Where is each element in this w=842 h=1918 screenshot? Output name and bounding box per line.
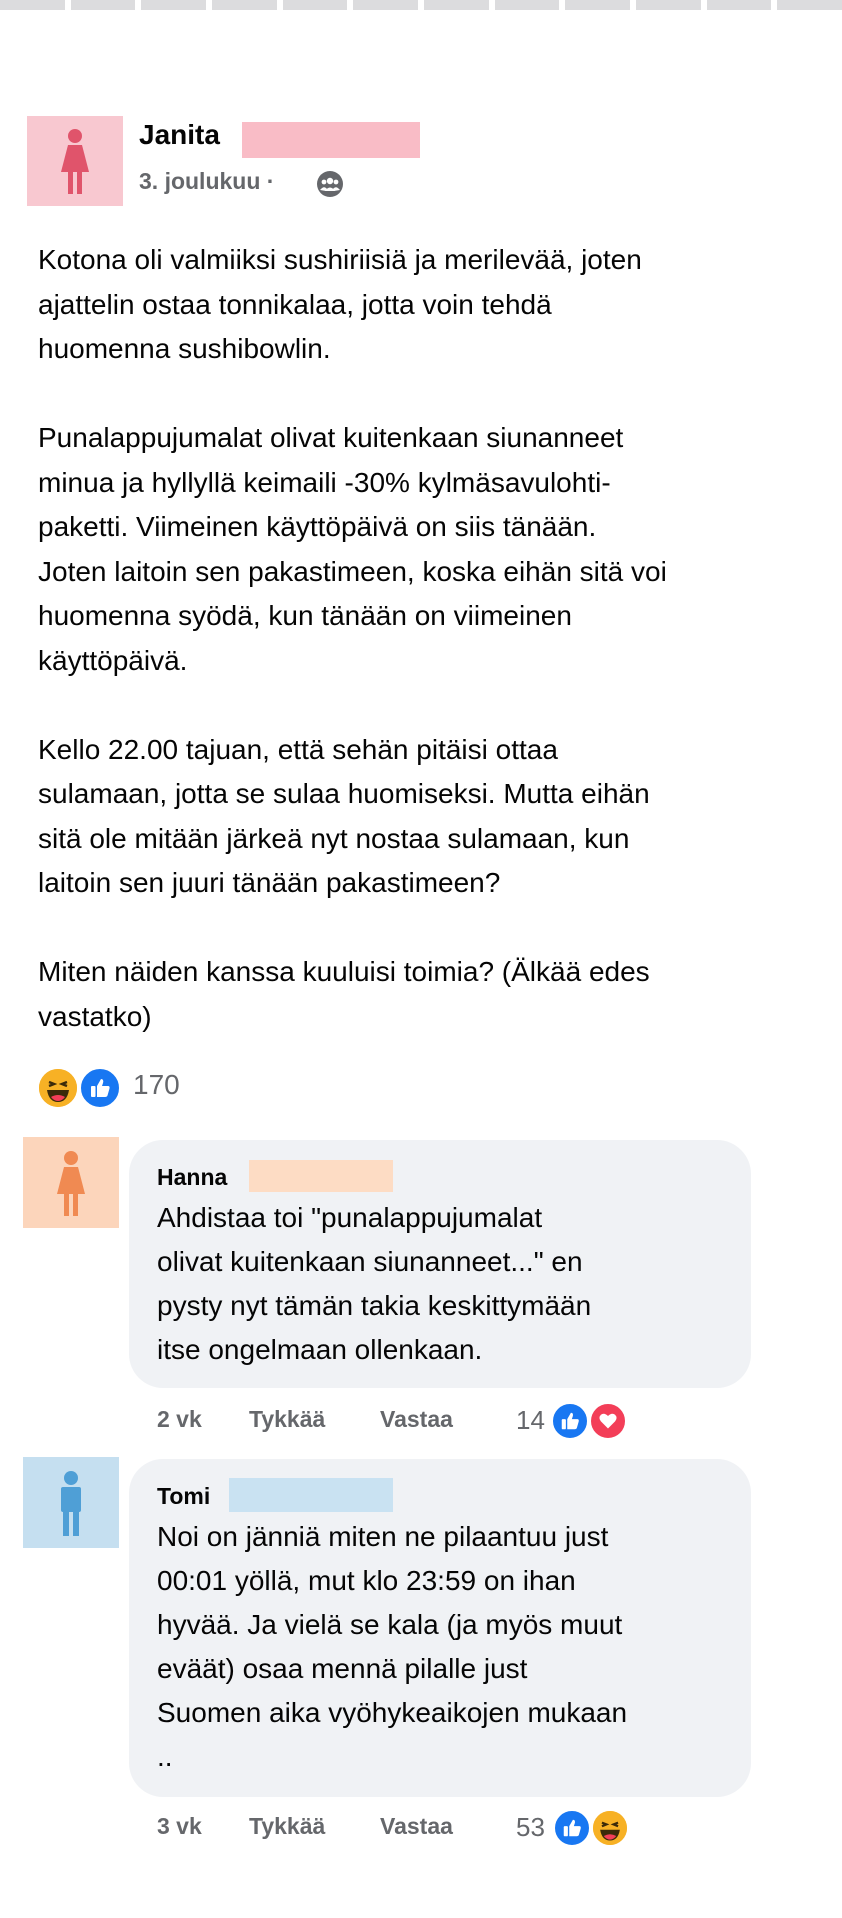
like-comment-button[interactable]: Tykkää: [249, 1406, 325, 1433]
comment-reaction-count[interactable]: 53: [516, 1812, 545, 1843]
comment-text: Noi on jänniä miten ne pilaantuu just 00…: [157, 1521, 628, 1772]
female-user-icon: [61, 129, 89, 194]
comment-bubble: Tomi Noi on jänniä miten ne pilaantuu ju…: [129, 1459, 751, 1797]
avatar[interactable]: [23, 1137, 119, 1228]
post-reaction-count[interactable]: 170: [133, 1069, 180, 1101]
male-user-icon: [61, 1470, 81, 1536]
redacted-surname: [249, 1160, 393, 1192]
haha-icon[interactable]: [36, 1066, 80, 1110]
post-date[interactable]: 3. joulukuu ·: [139, 168, 274, 195]
top-status-strip: [0, 0, 842, 12]
redacted-surname: [229, 1478, 393, 1512]
reply-comment-button[interactable]: Vastaa: [380, 1813, 453, 1840]
comment-reaction-count[interactable]: 14: [516, 1405, 545, 1436]
reply-comment-button[interactable]: Vastaa: [380, 1406, 453, 1433]
comment-time[interactable]: 2 vk: [157, 1406, 202, 1433]
post-body-text: Kotona oli valmiiksi sushiriisiä ja meri…: [38, 244, 667, 1032]
avatar[interactable]: [27, 116, 123, 206]
meta-separator: ·: [266, 168, 275, 194]
haha-icon[interactable]: [590, 1808, 630, 1848]
like-icon[interactable]: [78, 1066, 122, 1110]
like-comment-button[interactable]: Tykkää: [249, 1813, 325, 1840]
post-author-name[interactable]: Janita: [139, 119, 220, 151]
comment-text: Ahdistaa toi "punalappujumalat olivat ku…: [157, 1202, 592, 1365]
avatar[interactable]: [23, 1457, 119, 1548]
female-user-icon: [57, 1150, 85, 1216]
like-icon[interactable]: [552, 1808, 592, 1848]
like-icon[interactable]: [550, 1401, 590, 1441]
comment-author-name[interactable]: Tomi: [157, 1483, 210, 1510]
redacted-surname: [242, 122, 420, 158]
comment-bubble: Hanna Ahdistaa toi "punalappujumalat oli…: [129, 1140, 751, 1388]
post-date-text: 3. joulukuu: [139, 168, 261, 194]
comment-time[interactable]: 3 vk: [157, 1813, 202, 1840]
comment-author-name[interactable]: Hanna: [157, 1164, 227, 1191]
love-icon[interactable]: [588, 1401, 628, 1441]
group-icon: [316, 170, 344, 198]
